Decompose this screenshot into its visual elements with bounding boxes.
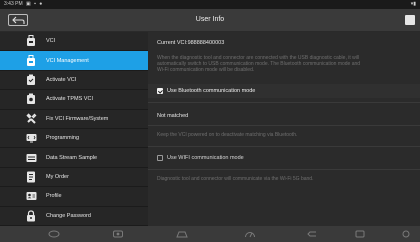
sidebar-item-activate-tpms-vci[interactable]: Activate TPMS VCI: [0, 90, 148, 110]
sidebar-item-profile[interactable]: Profile: [0, 187, 148, 207]
nav-screenshot-icon[interactable]: [400, 230, 412, 238]
bottom-nav-bar: [0, 226, 420, 242]
nav-car-icon[interactable]: [112, 230, 124, 238]
profile-icon: [23, 190, 39, 202]
bluetooth-mode-label: Use Bluetooth communication mode: [167, 88, 256, 94]
divider: [148, 125, 420, 126]
divider: [148, 169, 420, 170]
sidebar: VCI VCI Management Activate VCI Activate…: [0, 32, 148, 226]
nav-back-icon[interactable]: [306, 230, 318, 238]
sidebar-item-label: Activate TPMS VCI: [46, 96, 93, 103]
lock-icon: [23, 210, 39, 222]
data-stream-icon: [23, 152, 39, 164]
app-header: User Info: [0, 9, 420, 32]
vci-management-icon: [23, 54, 39, 67]
sidebar-item-change-password[interactable]: Change Password: [0, 207, 148, 226]
wifi-mode-label: Use WIFI communication mode: [167, 155, 244, 161]
sidebar-item-fix-vci-firmware[interactable]: Fix VCI Firmware/System: [0, 110, 148, 129]
status-time: 3:43 PM: [4, 1, 23, 7]
sidebar-item-label: VCI Management: [46, 57, 89, 64]
bluetooth-mode-checkbox[interactable]: [157, 88, 163, 94]
current-vci-label: Current VCI:988888400003: [157, 40, 225, 46]
sidebar-item-vci-management[interactable]: VCI Management: [0, 51, 148, 71]
sidebar-item-label: Data Stream Sample: [46, 154, 98, 161]
sidebar-item-label: Profile: [46, 193, 62, 200]
sidebar-item-label: Activate VCI: [46, 76, 77, 83]
activate-vci-icon: [23, 74, 39, 86]
sidebar-item-label: Fix VCI Firmware/System: [46, 115, 109, 122]
vci-icon: [23, 35, 39, 47]
sidebar-item-activate-vci[interactable]: Activate VCI: [0, 71, 148, 91]
header-action-icon[interactable]: [405, 15, 415, 25]
keep-powered-description: Keep the VCI powered on to deactivate ma…: [157, 132, 298, 138]
tpms-icon: [23, 93, 39, 105]
programming-icon: [23, 132, 39, 144]
nav-gauge-icon[interactable]: [244, 230, 256, 238]
sidebar-item-my-order[interactable]: My Order: [0, 168, 148, 188]
page-title: User Info: [195, 16, 225, 23]
divider: [148, 102, 420, 103]
sidebar-item-programming[interactable]: Programming: [0, 129, 148, 149]
nav-recent-icon[interactable]: [354, 230, 366, 238]
wifi-mode-checkbox[interactable]: [157, 155, 163, 161]
usb-mode-description: When the diagnostic tool and connector a…: [148, 55, 418, 74]
sidebar-item-vci[interactable]: VCI: [0, 32, 148, 52]
nav-camera-icon[interactable]: [176, 230, 188, 238]
vci-management-panel: Current VCI:988888400003 When the diagno…: [148, 32, 420, 226]
wifi-mode-description: Diagnostic tool and connector will commu…: [157, 176, 314, 182]
match-status: Not matched: [157, 113, 189, 119]
divider: [148, 146, 420, 147]
sidebar-item-label: Programming: [46, 135, 80, 142]
wifi-mode-option[interactable]: Use WIFI communication mode: [148, 151, 420, 165]
bluetooth-mode-option[interactable]: Use Bluetooth communication mode: [148, 84, 420, 98]
status-notification-icons: ▣ ▪ ●: [26, 1, 44, 7]
status-bar: 3:43 PM ▣ ▪ ● ▾▮: [0, 0, 420, 9]
sidebar-item-data-stream-sample[interactable]: Data Stream Sample: [0, 148, 148, 168]
order-icon: [23, 171, 39, 183]
sidebar-item-label: VCI: [46, 38, 56, 45]
nav-home-icon[interactable]: [48, 230, 60, 238]
wrench-icon: [23, 113, 39, 125]
sidebar-item-label: Change Password: [46, 212, 91, 219]
status-signal-battery-icons: ▾▮: [410, 1, 416, 7]
usb-description-line: Wi-Fi communication mode will be disable…: [157, 67, 255, 74]
sidebar-item-label: My Order: [46, 173, 69, 180]
